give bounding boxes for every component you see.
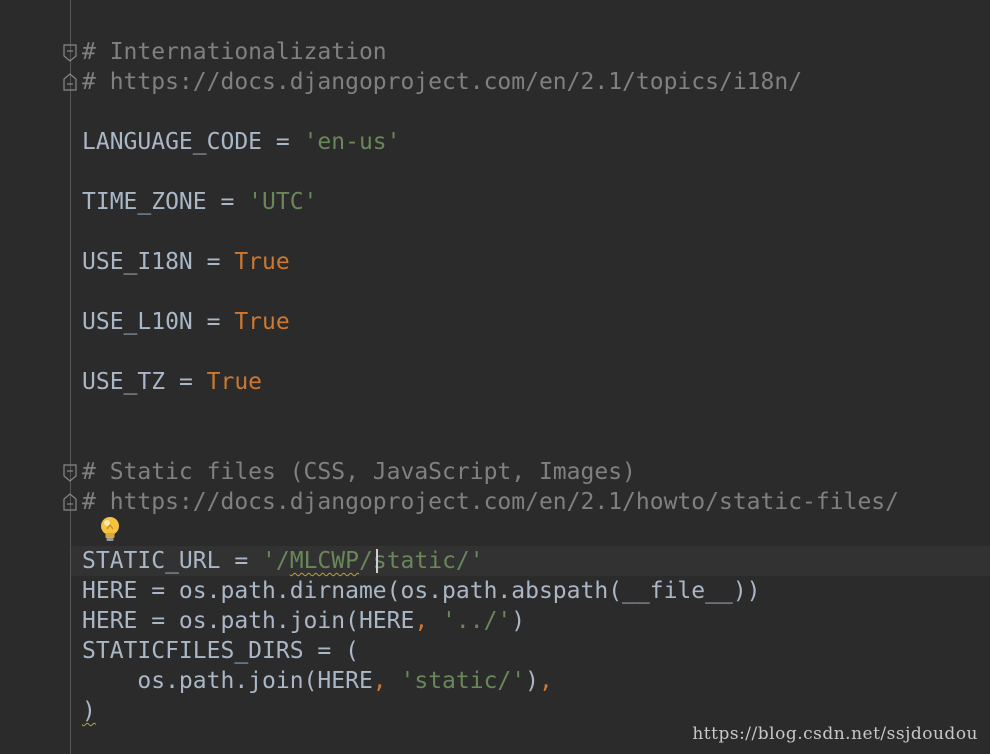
code-line-static-url[interactable]: STATIC_URL = '/MLCWP/static/' xyxy=(82,546,484,576)
identifier: LANGUAGE_CODE xyxy=(82,129,263,155)
close-paren: ) xyxy=(82,698,96,724)
comma: , xyxy=(414,608,443,634)
gutter-divider xyxy=(70,0,71,754)
code-editor[interactable]: # Internationalization # https://docs.dj… xyxy=(0,0,990,754)
string-literal: 'UTC' xyxy=(248,189,318,215)
string-literal: '/ xyxy=(262,548,290,574)
watermark: https://blog.csdn.net/ssjdoudou xyxy=(692,724,978,744)
string-literal: 'en-us' xyxy=(303,129,401,155)
code-line-close-paren: ) xyxy=(82,696,96,726)
identifier: USE_TZ xyxy=(82,369,166,395)
string-literal: static/' xyxy=(372,548,484,574)
typo-warning-text[interactable]: MLCWP xyxy=(290,548,359,574)
code-line-use-tz: USE_TZ = True xyxy=(82,367,262,397)
code-line-staticfiles-dirs: STATICFILES_DIRS = ( xyxy=(82,638,359,664)
comma: , xyxy=(538,668,553,694)
code-text: ) xyxy=(511,608,526,634)
comma: , xyxy=(372,668,401,694)
code-line-path-join: os.path.join(HERE, 'static/'), xyxy=(82,666,553,696)
operator: = xyxy=(220,548,263,574)
code-text: ) xyxy=(525,668,539,694)
identifier: USE_L10N xyxy=(82,309,193,335)
keyword-literal: True xyxy=(206,369,263,395)
fold-end-icon[interactable] xyxy=(63,73,77,91)
fold-start-icon[interactable] xyxy=(63,44,77,62)
fold-start-icon[interactable] xyxy=(63,464,77,482)
code-line-comment-url: # https://docs.djangoproject.com/en/2.1/… xyxy=(82,489,899,515)
code-line-language-code: LANGUAGE_CODE = 'en-us' xyxy=(82,127,401,157)
string-literal: / xyxy=(358,548,373,574)
operator: = xyxy=(262,129,304,155)
string-literal: '../' xyxy=(442,608,512,634)
operator: = xyxy=(192,309,235,335)
identifier: STATIC_URL xyxy=(82,548,221,574)
code-line-use-i18n: USE_I18N = True xyxy=(82,247,290,277)
code-line-comment-url: # https://docs.djangoproject.com/en/2.1/… xyxy=(82,69,803,95)
keyword-literal: True xyxy=(234,309,290,335)
operator: = xyxy=(206,189,249,215)
code-text: os.path.join(HERE xyxy=(82,668,373,694)
lightbulb-intention-icon[interactable] xyxy=(97,515,123,545)
operator: = xyxy=(165,369,207,395)
string-literal: 'static/' xyxy=(400,668,526,694)
fold-end-icon[interactable] xyxy=(63,493,77,511)
text-caret xyxy=(376,549,378,573)
identifier: TIME_ZONE xyxy=(82,189,207,215)
keyword-literal: True xyxy=(234,249,290,275)
identifier: USE_I18N xyxy=(82,249,193,275)
operator: = xyxy=(192,249,235,275)
code-line-here-join: HERE = os.path.join(HERE, '../') xyxy=(82,606,525,636)
code-line-use-l10n: USE_L10N = True xyxy=(82,307,290,337)
code-line-comment: # Internationalization xyxy=(82,39,387,65)
code-text: HERE = os.path.join(HERE xyxy=(82,608,415,634)
code-line-comment: # Static files (CSS, JavaScript, Images) xyxy=(82,459,636,485)
code-line-here-dirname: HERE = os.path.dirname(os.path.abspath(_… xyxy=(82,578,761,604)
code-line-time-zone: TIME_ZONE = 'UTC' xyxy=(82,187,317,217)
